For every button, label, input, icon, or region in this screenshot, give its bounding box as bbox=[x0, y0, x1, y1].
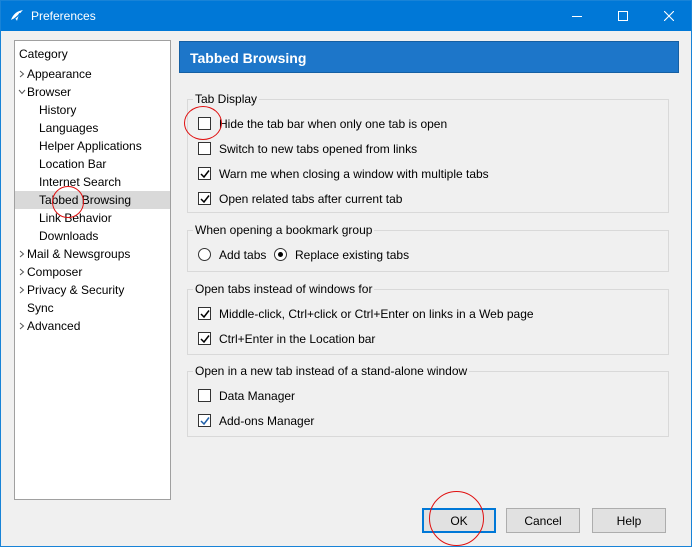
sidebar-item-composer[interactable]: Composer bbox=[15, 263, 170, 281]
sidebar-item-downloads[interactable]: Downloads bbox=[15, 227, 170, 245]
checkmark-icon bbox=[200, 310, 210, 319]
sidebar-item-location-bar[interactable]: Location Bar bbox=[15, 155, 170, 173]
new-tab-group: Open in a new tab instead of a stand-alo… bbox=[187, 364, 669, 437]
sidebar-item-label: Location Bar bbox=[39, 157, 107, 171]
sidebar-item-privacy-security[interactable]: Privacy & Security bbox=[15, 281, 170, 299]
close-icon bbox=[664, 11, 674, 21]
sidebar-item-label: Appearance bbox=[27, 67, 92, 81]
bookmark-group-group: When opening a bookmark group Add tabs R… bbox=[187, 223, 669, 272]
checkmark-icon bbox=[200, 417, 210, 426]
sidebar-item-helper-applications[interactable]: Helper Applications bbox=[15, 137, 170, 155]
sidebar-item-label: Internet Search bbox=[39, 175, 122, 189]
sidebar-item-label: History bbox=[39, 103, 77, 117]
maximize-button[interactable] bbox=[600, 1, 646, 31]
minimize-icon bbox=[572, 16, 582, 17]
data-manager-checkbox[interactable] bbox=[198, 389, 211, 402]
ctrl-enter-checkbox[interactable] bbox=[198, 332, 211, 345]
open-tabs-legend: Open tabs instead of windows for bbox=[193, 282, 375, 296]
checkmark-icon bbox=[200, 335, 210, 344]
warn-closing-label: Warn me when closing a window with multi… bbox=[219, 167, 489, 181]
sidebar-item-tabbed-browsing[interactable]: Tabbed Browsing bbox=[15, 191, 170, 209]
sidebar-item-label: Sync bbox=[27, 301, 54, 315]
chevron-right-icon[interactable] bbox=[18, 268, 26, 276]
sidebar-item-link-behavior[interactable]: Link Behavior bbox=[15, 209, 170, 227]
warn-closing-checkbox[interactable] bbox=[198, 167, 211, 180]
sidebar-item-mail-newsgroups[interactable]: Mail & Newsgroups bbox=[15, 245, 170, 263]
sidebar-item-label: Languages bbox=[39, 121, 99, 135]
new-tab-legend: Open in a new tab instead of a stand-alo… bbox=[193, 364, 470, 378]
sidebar-item-label: Composer bbox=[27, 265, 83, 279]
switch-new-tabs-label: Switch to new tabs opened from links bbox=[219, 142, 418, 156]
checkmark-icon bbox=[200, 170, 210, 179]
pane-title: Tabbed Browsing bbox=[179, 41, 679, 73]
chevron-down-icon[interactable] bbox=[18, 88, 26, 96]
tab-display-legend: Tab Display bbox=[193, 92, 260, 106]
sidebar-item-label: Downloads bbox=[39, 229, 99, 243]
sidebar-item-sync[interactable]: Sync bbox=[15, 299, 170, 317]
seamonkey-app-icon bbox=[11, 10, 23, 21]
sidebar-item-label: Helper Applications bbox=[39, 139, 142, 153]
category-header: Category bbox=[19, 47, 68, 61]
sidebar-item-appearance[interactable]: Appearance bbox=[15, 65, 170, 83]
preferences-window: Preferences Category Appearance Browser Hi… bbox=[0, 0, 692, 547]
chevron-right-icon[interactable] bbox=[18, 286, 26, 294]
replace-tabs-radio[interactable] bbox=[274, 248, 287, 261]
close-button[interactable] bbox=[646, 1, 692, 31]
sidebar-item-label: Mail & Newsgroups bbox=[27, 247, 131, 261]
chevron-right-icon[interactable] bbox=[18, 250, 26, 258]
ok-button[interactable]: OK bbox=[422, 508, 496, 533]
sidebar-item-history[interactable]: History bbox=[15, 101, 170, 119]
addons-manager-label: Add-ons Manager bbox=[219, 414, 315, 428]
sidebar-item-browser[interactable]: Browser bbox=[15, 83, 170, 101]
sidebar-item-languages[interactable]: Languages bbox=[15, 119, 170, 137]
hide-tab-bar-label: Hide the tab bar when only one tab is op… bbox=[219, 117, 448, 131]
middle-click-label: Middle-click, Ctrl+click or Ctrl+Enter o… bbox=[219, 307, 534, 321]
sidebar-item-internet-search[interactable]: Internet Search bbox=[15, 173, 170, 191]
sidebar-item-label: Advanced bbox=[27, 319, 81, 333]
open-tabs-group: Open tabs instead of windows for Middle-… bbox=[187, 282, 669, 355]
category-tree-items: Appearance Browser History Languages Helper … bbox=[15, 65, 170, 335]
cancel-button[interactable]: Cancel bbox=[506, 508, 580, 533]
hide-tab-bar-checkbox[interactable] bbox=[198, 117, 211, 130]
middle-click-checkbox[interactable] bbox=[198, 307, 211, 320]
ctrl-enter-label: Ctrl+Enter in the Location bar bbox=[219, 332, 376, 346]
chevron-right-icon[interactable] bbox=[18, 322, 26, 330]
radio-selected-dot bbox=[278, 252, 283, 257]
sidebar-item-label: Browser bbox=[27, 85, 72, 99]
title-bar[interactable]: Preferences bbox=[1, 1, 691, 31]
category-tree[interactable]: Category Appearance Browser History Languag… bbox=[14, 40, 171, 500]
add-tabs-radio[interactable] bbox=[198, 248, 211, 261]
sidebar-item-label: Link Behavior bbox=[39, 211, 112, 225]
bookmark-group-legend: When opening a bookmark group bbox=[193, 223, 375, 237]
tab-display-group: Tab Display Hide the tab bar when only o… bbox=[187, 92, 669, 213]
chevron-right-icon[interactable] bbox=[18, 70, 26, 78]
data-manager-label: Data Manager bbox=[219, 389, 296, 403]
replace-tabs-label: Replace existing tabs bbox=[295, 248, 410, 262]
checkmark-icon bbox=[200, 195, 210, 204]
sidebar-item-advanced[interactable]: Advanced bbox=[15, 317, 170, 335]
open-related-label: Open related tabs after current tab bbox=[219, 192, 403, 206]
minimize-button[interactable] bbox=[554, 1, 600, 31]
open-related-checkbox[interactable] bbox=[198, 192, 211, 205]
window-title: Preferences bbox=[31, 9, 96, 23]
sidebar-item-label: Privacy & Security bbox=[27, 283, 125, 297]
sidebar-item-label: Tabbed Browsing bbox=[39, 193, 132, 207]
switch-new-tabs-checkbox[interactable] bbox=[198, 142, 211, 155]
help-button[interactable]: Help bbox=[592, 508, 666, 533]
maximize-icon bbox=[618, 11, 628, 21]
add-tabs-label: Add tabs bbox=[219, 248, 267, 262]
addons-manager-checkbox[interactable] bbox=[198, 414, 211, 427]
